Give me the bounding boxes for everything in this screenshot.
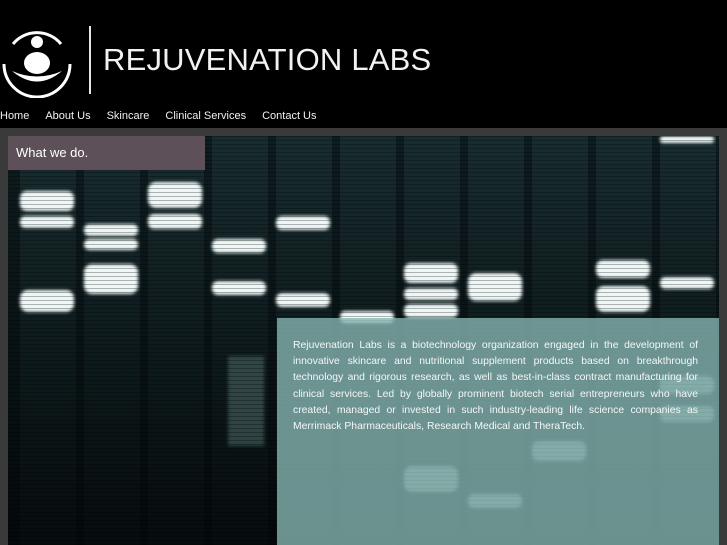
rejuvenation-labs-logo-icon[interactable] [0, 22, 74, 98]
what-we-do-box: What we do. [8, 136, 205, 170]
main-nav: Home About Us Skincare Clinical Services… [0, 108, 333, 124]
nav-contact-us[interactable]: Contact Us [262, 108, 316, 124]
nav-skincare[interactable]: Skincare [107, 108, 150, 124]
brand-name[interactable]: REJUVENATION LABS [103, 42, 431, 78]
what-we-do-heading: What we do. [16, 145, 89, 160]
intro-text: Rejuvenation Labs is a biotechnology org… [293, 340, 698, 433]
nav-home[interactable]: Home [0, 108, 29, 124]
intro-panel: Rejuvenation Labs is a biotechnology org… [277, 318, 719, 545]
logo-divider [89, 26, 91, 94]
nav-about-us[interactable]: About Us [45, 108, 90, 124]
nav-clinical-services[interactable]: Clinical Services [165, 108, 246, 124]
